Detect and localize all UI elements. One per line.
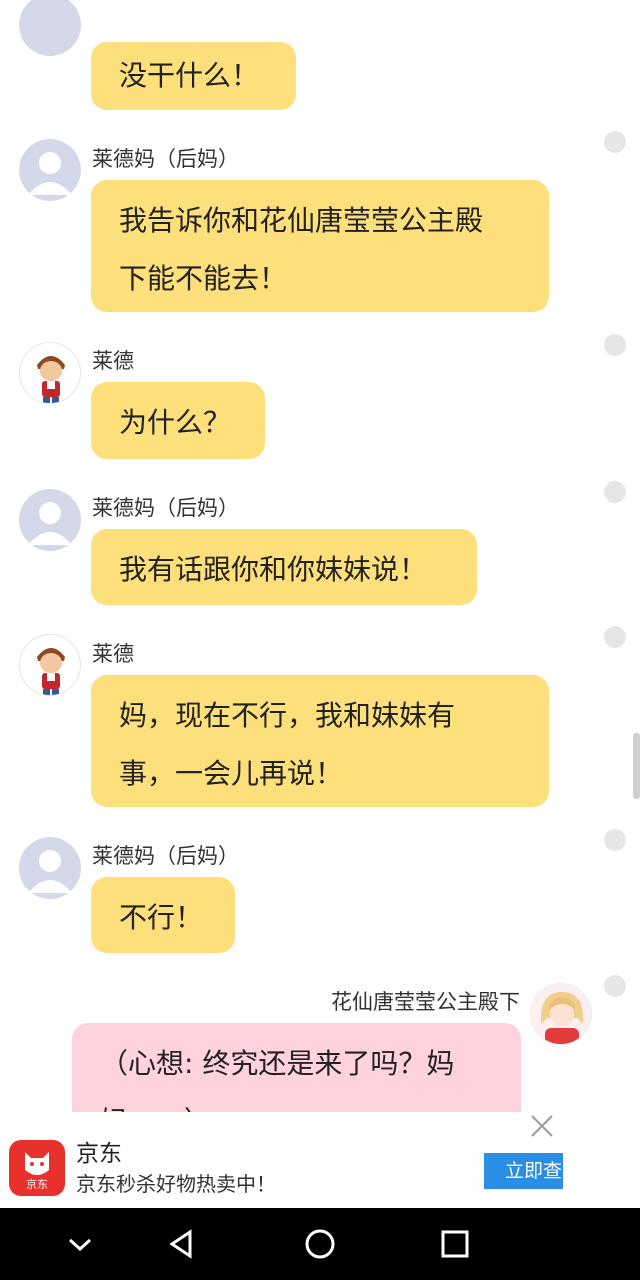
message-bubble[interactable]: 妈，现在不行，我和妹妹有 事，一会儿再说！ xyxy=(91,675,549,807)
avatar[interactable] xyxy=(19,139,81,201)
message-bubble[interactable]: 我告诉你和花仙唐莹莹公主殿 下能不能去！ xyxy=(91,180,549,312)
unread-dot xyxy=(604,334,626,356)
message-text: 没干什么！ xyxy=(119,59,260,92)
message-text-line: 妈……） xyxy=(100,1093,493,1112)
message-bubble[interactable]: 不行！ xyxy=(91,877,235,953)
sender-name: 莱德 xyxy=(92,642,134,666)
chat-area[interactable]: 没干什么！ 莱德妈（后妈） 我告诉你和花仙唐莹莹公主殿 下能不能去！ 莱德 为什… xyxy=(0,0,640,1112)
unread-dot xyxy=(604,626,626,648)
character-avatar-icon xyxy=(540,992,584,1044)
avatar[interactable] xyxy=(19,342,81,404)
sender-name: 莱德妈（后妈） xyxy=(92,147,239,171)
jd-logo: 京东 xyxy=(9,1140,65,1196)
sender-name: 花仙唐莹莹公主殿下 xyxy=(331,990,520,1014)
default-avatar-icon xyxy=(28,850,72,893)
message-text-line: 我告诉你和花仙唐莹莹公主殿 xyxy=(119,204,484,237)
ad-banner[interactable]: 京东 京东 京东秒杀好物热卖中！ 立即查看 xyxy=(0,1112,640,1208)
message-bubble[interactable]: 没干什么！ xyxy=(91,42,296,110)
message-bubble[interactable]: （心想: 终究还是来了吗？妈 妈……） xyxy=(72,1023,521,1112)
avatar[interactable] xyxy=(19,489,81,551)
ad-description: 京东秒杀好物热卖中！ xyxy=(76,1172,276,1196)
recents-square-icon[interactable] xyxy=(433,1222,477,1266)
message-text: 我有话跟你和你妹妹说！ xyxy=(119,553,428,586)
message-text-line: （心想: 终究还是来了吗？妈 xyxy=(100,1047,455,1080)
default-avatar-icon xyxy=(28,502,72,545)
message-text: 为什么？ xyxy=(119,406,232,439)
chevron-down-icon[interactable] xyxy=(58,1222,102,1266)
unread-dot xyxy=(604,829,626,851)
avatar[interactable] xyxy=(19,0,81,56)
jd-logo-text: 京东 xyxy=(26,1178,48,1191)
system-nav-bar xyxy=(0,1208,640,1280)
unread-dot xyxy=(604,131,626,153)
ad-cta-button[interactable]: 立即查看 xyxy=(484,1153,563,1189)
avatar[interactable] xyxy=(19,837,81,899)
message-text-line: 事，一会儿再说！ xyxy=(119,757,344,790)
message-text-line: 妈，现在不行，我和妹妹有 xyxy=(119,699,456,732)
unread-dot xyxy=(604,481,626,503)
default-avatar-icon xyxy=(28,152,72,195)
message-text: 不行！ xyxy=(119,901,204,934)
message-text-line: 下能不能去！ xyxy=(119,262,288,295)
ad-title: 京东 xyxy=(76,1141,122,1167)
message-bubble[interactable]: 我有话跟你和你妹妹说！ xyxy=(91,529,477,605)
back-triangle-icon[interactable] xyxy=(160,1222,204,1266)
avatar[interactable] xyxy=(530,983,592,1045)
sender-name: 莱德妈（后妈） xyxy=(92,496,239,520)
scrollbar[interactable] xyxy=(633,733,640,799)
character-avatar-icon xyxy=(37,356,65,403)
sender-name: 莱德 xyxy=(92,349,134,373)
close-icon[interactable] xyxy=(528,1112,556,1140)
home-circle-icon[interactable] xyxy=(298,1222,342,1266)
avatar[interactable] xyxy=(19,634,81,696)
sender-name: 莱德妈（后妈） xyxy=(92,844,239,868)
character-avatar-icon xyxy=(37,648,65,695)
unread-dot xyxy=(604,975,626,997)
message-bubble[interactable]: 为什么？ xyxy=(91,382,265,459)
